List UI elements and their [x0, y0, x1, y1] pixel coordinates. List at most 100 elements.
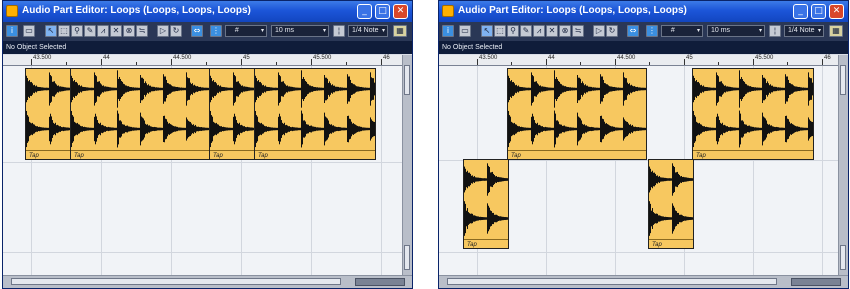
- autoscroll-button[interactable]: ⇔: [191, 25, 203, 37]
- waveform-sample: [703, 126, 704, 132]
- horizontal-scroll-thumb[interactable]: [11, 278, 341, 285]
- maximize-icon[interactable]: □: [375, 4, 390, 19]
- horizontal-scrollbar[interactable]: [3, 275, 412, 288]
- loop-tool[interactable]: ↻: [606, 25, 618, 37]
- waveform-sample: [658, 176, 659, 183]
- waveform-sample: [708, 127, 709, 131]
- info-button[interactable]: i: [442, 25, 454, 37]
- grid-size-select[interactable]: 10 ms ▾: [707, 25, 765, 37]
- audio-event[interactable]: Tap: [507, 68, 647, 160]
- horizontal-scroll-thumb[interactable]: [447, 278, 777, 285]
- waveform-sample: [214, 82, 215, 96]
- zoom-tool[interactable]: ⚲: [71, 25, 83, 37]
- waveform-sample: [243, 126, 244, 132]
- show-info-line-button[interactable]: ▭: [23, 25, 35, 37]
- audio-event[interactable]: Tap: [648, 159, 694, 249]
- title-bar[interactable]: Audio Part Editor: Loops (Loops, Loops, …: [3, 1, 412, 22]
- waveform-sample: [489, 167, 490, 192]
- zoom-tool[interactable]: ⚲: [507, 25, 519, 37]
- minimize-icon[interactable]: _: [357, 4, 372, 19]
- grid-size-select[interactable]: 10 ms ▾: [271, 25, 329, 37]
- waveform-sample: [274, 87, 275, 91]
- audio-event[interactable]: Tap: [692, 68, 814, 160]
- quantize-icon[interactable]: ¦: [769, 25, 781, 37]
- waveform-sample: [577, 112, 578, 146]
- info-button[interactable]: i: [6, 25, 18, 37]
- app-icon[interactable]: [442, 5, 454, 17]
- waveform-sample: [225, 127, 226, 131]
- time-ruler[interactable]: 43.500 44 44.500 45 45.500 46: [3, 55, 403, 66]
- show-info-line-button[interactable]: ▭: [459, 25, 471, 37]
- range-selection-tool[interactable]: ⬚: [58, 25, 70, 37]
- waveform-sample: [257, 116, 258, 142]
- maximize-icon[interactable]: □: [811, 4, 826, 19]
- waveform-sample: [112, 87, 113, 91]
- waveform-sample: [633, 86, 634, 92]
- grid-type-select[interactable]: # ▾: [661, 25, 703, 37]
- event-display[interactable]: Tap Tap Tap Tap: [439, 66, 839, 276]
- minimize-icon[interactable]: _: [793, 4, 808, 19]
- time-warp-tool[interactable]: ≒: [572, 25, 584, 37]
- quantize-select[interactable]: 1/4 Note ▾: [348, 25, 388, 37]
- vertical-scrollbar[interactable]: [838, 55, 848, 276]
- waveform-sample: [226, 87, 227, 91]
- object-selection-tool[interactable]: ↖: [45, 25, 57, 37]
- title-bar[interactable]: Audio Part Editor: Loops (Loops, Loops, …: [439, 1, 848, 22]
- glue-tool[interactable]: ⩘: [533, 25, 545, 37]
- waveform-sample: [483, 178, 484, 181]
- audio-event[interactable]: Tap: [463, 159, 509, 249]
- horizontal-scrollbar[interactable]: [439, 275, 848, 288]
- grid-type-select[interactable]: # ▾: [225, 25, 267, 37]
- waveform-sample: [51, 76, 52, 102]
- range-selection-tool[interactable]: ⬚: [494, 25, 506, 37]
- event-display[interactable]: Tap Tap Tap Tap: [3, 66, 403, 276]
- vertical-scrollbar[interactable]: [402, 55, 412, 276]
- time-ruler[interactable]: 43.500 44 44.500 45 45.500 46: [439, 55, 839, 66]
- horizontal-zoom-slider[interactable]: [355, 278, 405, 286]
- audio-event[interactable]: Tap: [254, 68, 376, 160]
- waveform-sample: [212, 116, 213, 142]
- app-icon[interactable]: [6, 5, 18, 17]
- waveform-sample: [709, 87, 710, 91]
- colors-menu-button[interactable]: ▦: [829, 25, 843, 37]
- window-title: Audio Part Editor: Loops (Loops, Loops, …: [22, 5, 251, 16]
- quantize-icon[interactable]: ¦: [333, 25, 345, 37]
- vertical-scroll-thumb[interactable]: [404, 65, 410, 95]
- play-tool[interactable]: ▷: [593, 25, 605, 37]
- mute-tool[interactable]: ⊗: [123, 25, 135, 37]
- audio-event[interactable]: Tap: [70, 68, 210, 160]
- autoscroll-button[interactable]: ⇔: [627, 25, 639, 37]
- erase-tool[interactable]: ✕: [546, 25, 558, 37]
- draw-tool[interactable]: ✎: [84, 25, 96, 37]
- waveform-sample: [511, 121, 512, 137]
- object-selection-tool[interactable]: ↖: [481, 25, 493, 37]
- waveform-sample: [68, 87, 69, 91]
- close-icon[interactable]: ✕: [829, 4, 844, 19]
- waveform-sample: [315, 87, 316, 91]
- loop-tool[interactable]: ↻: [170, 25, 182, 37]
- waveform-sample: [757, 127, 758, 131]
- waveform-sample: [31, 81, 32, 97]
- waveform-sample: [773, 86, 774, 92]
- colors-menu-button[interactable]: ▦: [393, 25, 407, 37]
- quantize-select[interactable]: 1/4 Note ▾: [784, 25, 824, 37]
- horizontal-zoom-slider[interactable]: [791, 278, 841, 286]
- waveform-sample: [37, 86, 38, 92]
- time-warp-tool[interactable]: ≒: [136, 25, 148, 37]
- waveform-sample: [40, 87, 41, 91]
- audio-event[interactable]: Tap: [209, 68, 255, 160]
- vertical-scroll-thumb[interactable]: [840, 65, 846, 95]
- close-icon[interactable]: ✕: [393, 4, 408, 19]
- ruler-label: 43.500: [479, 55, 498, 61]
- mute-tool[interactable]: ⊗: [559, 25, 571, 37]
- audio-event[interactable]: Tap: [25, 68, 71, 160]
- vertical-zoom-thumb[interactable]: [840, 245, 846, 270]
- play-tool[interactable]: ▷: [157, 25, 169, 37]
- glue-tool[interactable]: ⩘: [97, 25, 109, 37]
- waveform-sample: [573, 127, 574, 131]
- erase-tool[interactable]: ✕: [110, 25, 122, 37]
- vertical-zoom-thumb[interactable]: [404, 245, 410, 270]
- snap-button[interactable]: ⋮: [646, 25, 658, 37]
- draw-tool[interactable]: ✎: [520, 25, 532, 37]
- snap-button[interactable]: ⋮: [210, 25, 222, 37]
